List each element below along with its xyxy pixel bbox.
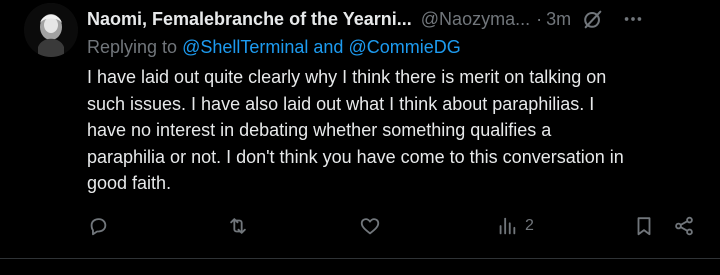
separator-dot: · [536, 9, 543, 29]
avatar-image [24, 3, 78, 57]
bookmark-icon [637, 217, 651, 236]
tweet-text: I have laid out quite clearly why I thin… [87, 67, 624, 193]
reply-button[interactable] [87, 212, 109, 240]
next-tweet-edge [0, 259, 720, 275]
views-icon [499, 217, 516, 235]
mention-link[interactable]: @ShellTerminal [182, 37, 308, 57]
views-count: 2 [525, 217, 534, 234]
retweet-icon [230, 218, 246, 234]
share-button[interactable] [673, 212, 695, 240]
grok-icon[interactable] [581, 7, 605, 31]
more-icon[interactable] [621, 7, 645, 31]
replying-prefix: Replying to [87, 37, 183, 57]
replying-to: Replying to @ShellTerminal and @CommieDG [87, 34, 461, 60]
tweet-header: Naomi, Femalebranche of the Yearni... @N… [87, 6, 700, 32]
tweet[interactable]: Naomi, Femalebranche of the Yearni... @N… [0, 0, 720, 258]
mention-link[interactable]: @CommieDG [348, 37, 460, 57]
share-icon [675, 216, 693, 236]
action-bar: 2 [87, 212, 707, 240]
avatar[interactable] [24, 3, 78, 57]
retweet-button[interactable] [227, 212, 249, 240]
timestamp[interactable]: 3m [546, 6, 571, 32]
mention-and[interactable]: and [308, 37, 348, 57]
bookmark-button[interactable] [633, 212, 655, 240]
views-button[interactable]: 2 [496, 212, 534, 240]
like-button[interactable] [359, 212, 381, 240]
user-handle[interactable]: @Naozyma... [421, 6, 530, 32]
like-icon [360, 218, 380, 235]
reply-icon [90, 218, 107, 236]
display-name[interactable]: Naomi, Femalebranche of the Yearni... [87, 6, 412, 32]
